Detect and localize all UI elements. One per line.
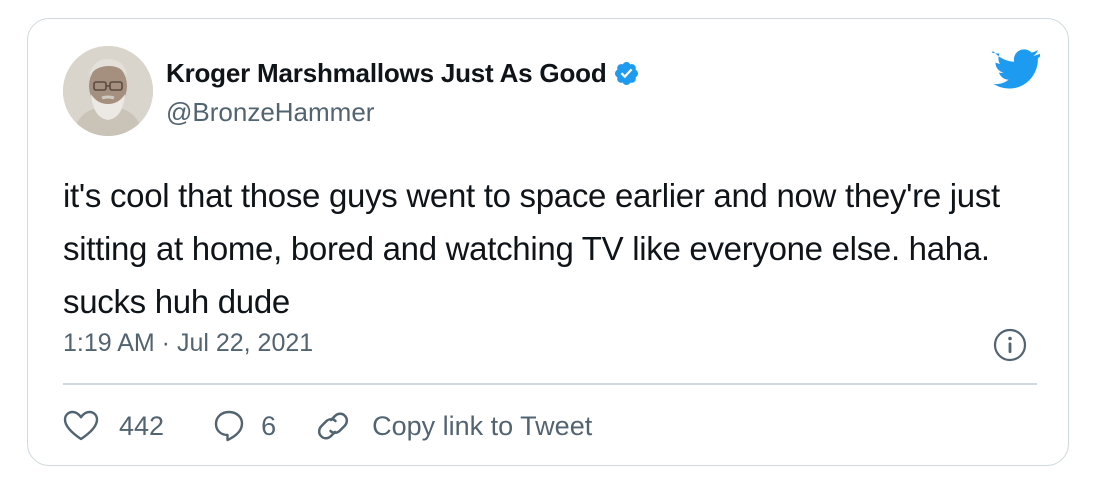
info-icon[interactable] xyxy=(993,328,1027,362)
display-name[interactable]: Kroger Marshmallows Just As Good xyxy=(166,58,607,89)
copy-link-label: Copy link to Tweet xyxy=(372,410,593,441)
reply-count: 6 xyxy=(261,410,277,441)
avatar[interactable] xyxy=(63,46,153,136)
reply-button[interactable]: 6 xyxy=(214,410,276,442)
twitter-bird-icon[interactable] xyxy=(990,49,1040,91)
verified-badge-icon xyxy=(614,61,638,85)
tweet-actions: 442 6 Copy link to Tweet xyxy=(63,404,592,448)
like-button[interactable]: 442 xyxy=(63,410,164,442)
author-handle[interactable]: @BronzeHammer xyxy=(166,97,374,128)
tweet-timestamp[interactable]: 1:19 AM · Jul 22, 2021 xyxy=(63,329,313,358)
heart-icon xyxy=(63,410,99,441)
tweet-card: Kroger Marshmallows Just As Good @Bronze… xyxy=(27,18,1069,466)
tweet-text: it's cool that those guys went to space … xyxy=(63,177,1000,320)
like-count: 442 xyxy=(119,410,165,441)
avatar-photo xyxy=(63,46,153,136)
author-name-row: Kroger Marshmallows Just As Good xyxy=(166,55,640,91)
link-icon xyxy=(318,412,349,440)
speech-bubble-icon xyxy=(214,410,244,442)
divider xyxy=(63,383,1037,385)
copy-link-button[interactable]: Copy link to Tweet xyxy=(316,409,592,443)
